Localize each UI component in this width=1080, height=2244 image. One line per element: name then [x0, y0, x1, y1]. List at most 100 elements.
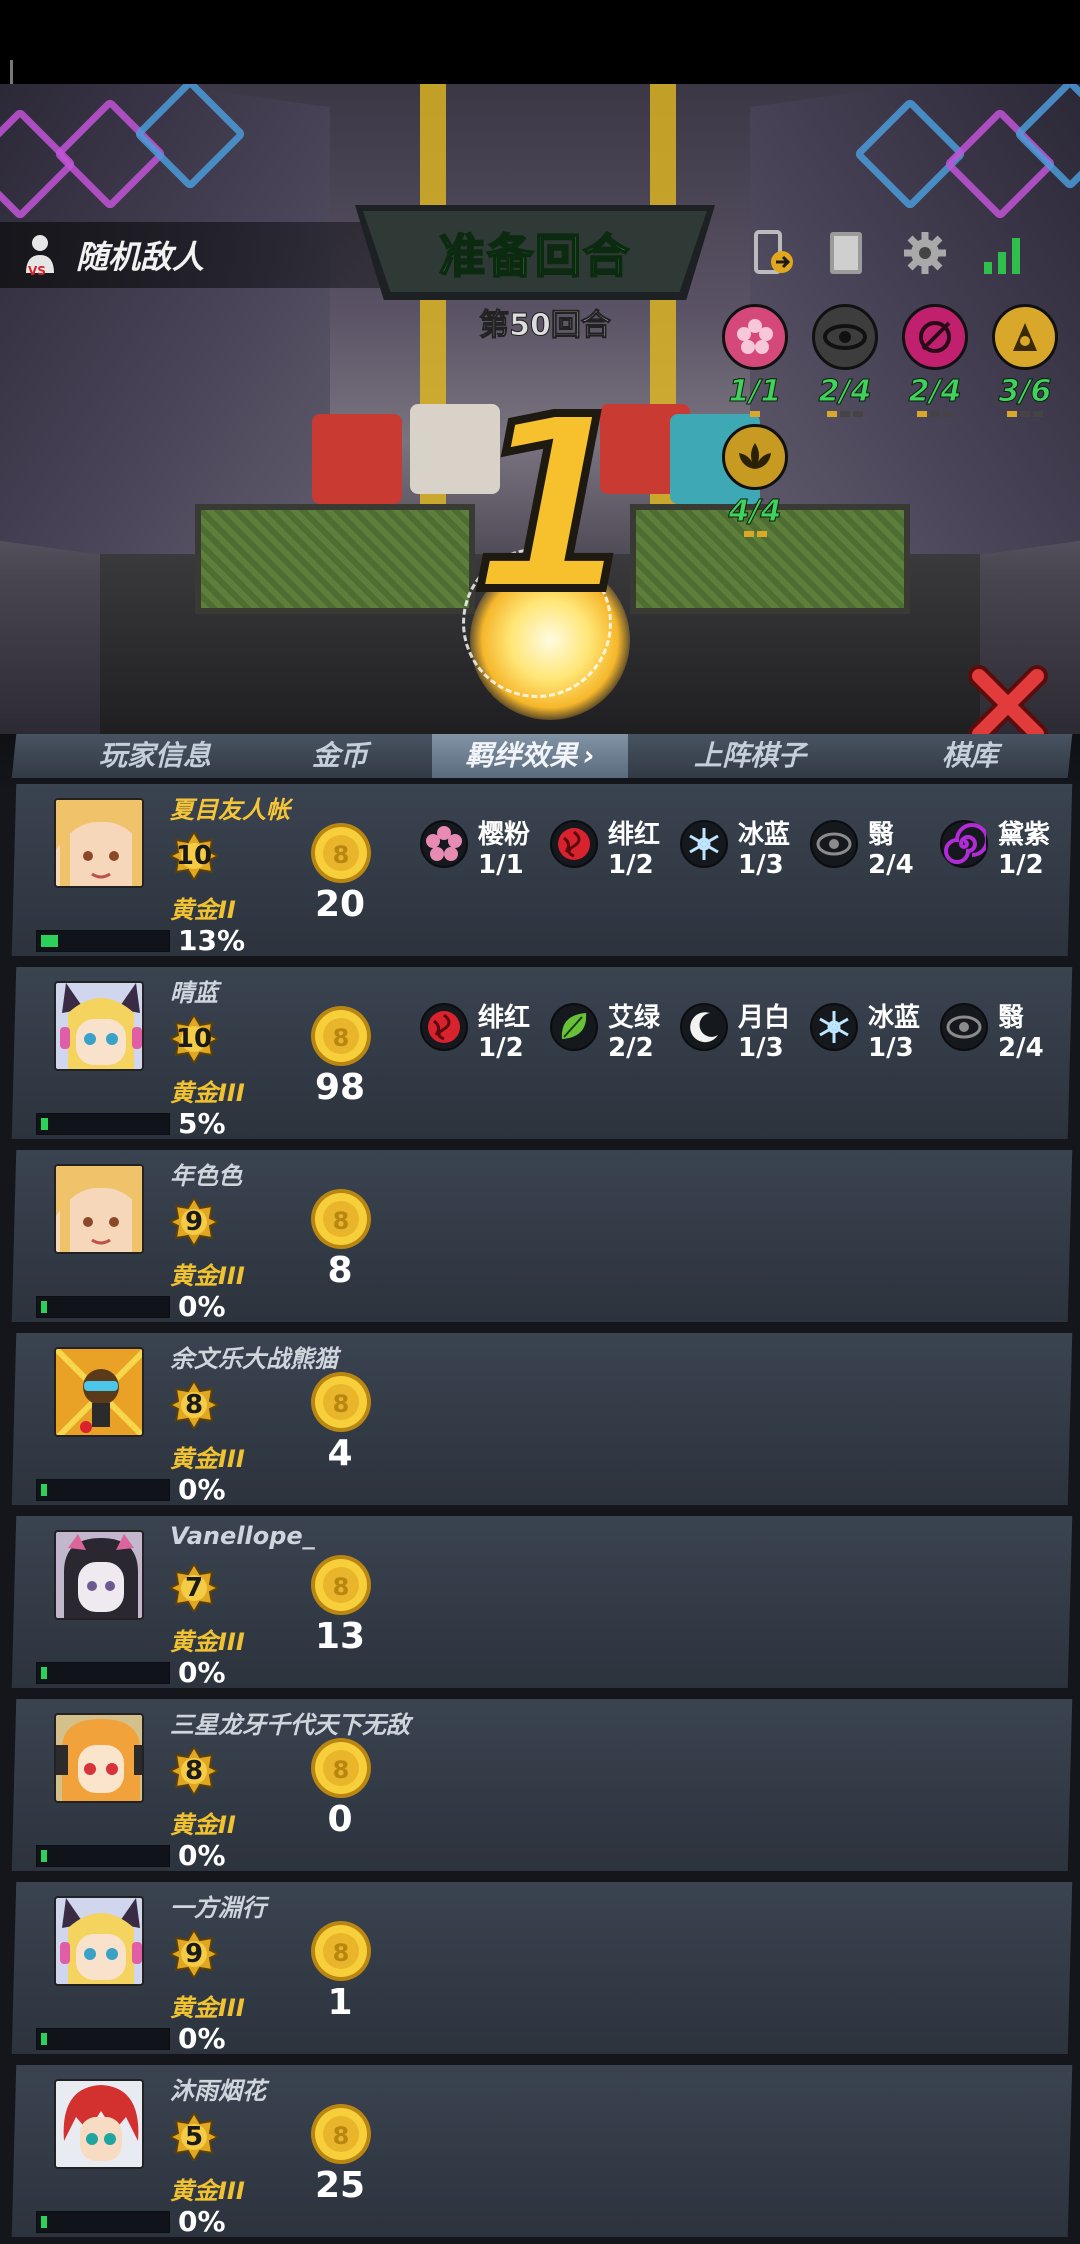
snowflake-icon [810, 1003, 858, 1051]
player-gold: 8 [327, 1250, 353, 1291]
xp-percent: 13% [178, 924, 246, 957]
player-level: 9 [184, 1939, 204, 1969]
spiral-icon [940, 820, 989, 868]
player-avatar[interactable] [54, 1347, 144, 1437]
player-synergy: 樱粉 1/1 [420, 814, 550, 894]
player-avatar[interactable] [54, 1896, 144, 1986]
svg-text:8: 8 [333, 1390, 350, 1418]
player-synergy: 绯红 1/2 [420, 997, 550, 1077]
player-rank: 黄金II [170, 896, 236, 924]
round-label: 第50回合 [479, 308, 612, 344]
player-avatar[interactable] [54, 798, 144, 888]
player-level: 10 [175, 841, 213, 871]
xp-percent: 0% [178, 2022, 226, 2055]
book-icon[interactable] [822, 228, 872, 278]
chevron-right-icon: › [583, 739, 595, 772]
synergy-name: 黛紫 [998, 820, 1051, 850]
player-gold: 13 [314, 1616, 366, 1657]
synergy-badge-hood[interactable]: 3/6 [990, 304, 1060, 417]
xp-progress-bar [36, 930, 170, 952]
player-avatar[interactable] [54, 981, 144, 1071]
player-rank: 黄金II [170, 1811, 236, 1839]
player-rank: 黄金III [170, 2177, 245, 2205]
phone-signal-icon[interactable] [750, 228, 800, 278]
player-info-panel: 玩家信息 金币 羁绊效果 › 上阵棋子 棋库 夏目友人帐 10 黄金II 13% … [0, 734, 1080, 2244]
level-star-icon: 10 [170, 832, 218, 880]
player-synergy: 月白 1/3 [680, 997, 810, 1077]
gold-coin-icon: 8 [310, 1554, 372, 1616]
tab-piece-library[interactable]: 棋库 [880, 734, 1060, 778]
eye-icon [812, 304, 878, 370]
synergy-name: 月白 [738, 1003, 791, 1033]
player-synergy-list [420, 1180, 1070, 1260]
player-level: 9 [184, 1207, 204, 1237]
level-star-icon: 5 [170, 2113, 218, 2161]
player-avatar[interactable] [54, 2079, 144, 2169]
player-row[interactable]: 余文乐大战熊猫 8 黄金III 0% 8 4 [11, 1333, 1073, 1506]
synergy-badge-lotus[interactable]: 4/4 [720, 424, 790, 537]
hood-icon [992, 304, 1058, 370]
synergy-badge-sakura[interactable]: 1/1 [720, 304, 790, 417]
player-row[interactable]: 一方淵行 9 黄金III 0% 8 1 [11, 1882, 1073, 2055]
player-name: Vanellope_ [170, 1522, 315, 1550]
player-synergy: 冰蓝 1/3 [680, 814, 810, 894]
player-name: 余文乐大战熊猫 [170, 1345, 338, 1373]
xp-percent: 0% [178, 2205, 226, 2238]
synergy-count: 2/2 [608, 1033, 654, 1063]
player-name: 沐雨烟花 [170, 2077, 266, 2105]
synergy-name: 冰蓝 [738, 820, 791, 850]
tab-synergy[interactable]: 羁绊效果 › [432, 734, 628, 778]
player-avatar[interactable] [54, 1713, 144, 1803]
player-avatar[interactable] [54, 1530, 144, 1620]
player-row[interactable]: 年色色 9 黄金III 0% 8 8 [11, 1150, 1073, 1323]
rose-icon [550, 820, 598, 868]
player-gold: 25 [314, 2165, 366, 2206]
player-row[interactable]: 夏目友人帐 10 黄金II 13% 8 20 樱粉 1/1 绯红 1/2 冰蓝 … [11, 784, 1073, 957]
moon-icon [680, 1003, 728, 1051]
xp-progress-bar [36, 2028, 170, 2050]
synergy-badge-eye[interactable]: 2/4 [810, 304, 880, 417]
countdown-number: 1 [466, 365, 641, 645]
gear-icon[interactable] [900, 228, 950, 278]
synergy-count: 1/2 [998, 850, 1044, 880]
player-rank: 黄金III [170, 1628, 245, 1656]
player-name: 一方淵行 [170, 1894, 266, 1922]
svg-text:8: 8 [333, 1207, 350, 1235]
player-row[interactable]: Vanellope_ 7 黄金III 0% 8 13 [11, 1516, 1073, 1689]
synergy-count: 1/3 [738, 850, 784, 880]
synergy-name: 翳 [868, 820, 895, 850]
player-row[interactable]: 沐雨烟花 5 黄金III 0% 8 25 [11, 2065, 1073, 2238]
player-synergy: 翳 2/4 [810, 814, 940, 894]
xp-progress-bar [36, 1662, 170, 1684]
gold-coin-icon: 8 [310, 1005, 372, 1067]
svg-text:8: 8 [333, 1573, 350, 1601]
tab-deployed-pieces[interactable]: 上阵棋子 [650, 734, 850, 778]
tab-player-info[interactable]: 玩家信息 [60, 734, 250, 778]
xp-progress-bar [36, 1113, 170, 1135]
enemy-label: 随机敌人 [76, 238, 205, 276]
gold-coin-icon: 8 [310, 1188, 372, 1250]
status-bar [0, 0, 1080, 150]
player-row[interactable]: 晴蓝 10 黄金III 5% 8 98 绯红 1/2 艾绿 2/2 月白 1/3… [11, 967, 1073, 1140]
phase-banner: 准备回合 [355, 205, 715, 300]
player-gold: 4 [327, 1433, 353, 1474]
svg-text:8: 8 [333, 841, 350, 869]
svg-text:8: 8 [333, 1939, 350, 1967]
player-gold: 20 [314, 884, 366, 925]
lotus-icon [722, 424, 788, 490]
xp-progress-bar [36, 1296, 170, 1318]
player-synergy-list [420, 2095, 1070, 2175]
player-synergy: 黛紫 1/2 [940, 814, 1070, 894]
synergy-badge-slash[interactable]: 2/4 [900, 304, 970, 417]
player-row[interactable]: 三星龙牙千代天下无敌 8 黄金II 0% 8 0 [11, 1699, 1073, 1872]
level-star-icon: 8 [170, 1747, 218, 1795]
player-level: 5 [184, 2122, 204, 2152]
player-synergy: 艾绿 2/2 [550, 997, 680, 1077]
svg-text:8: 8 [333, 1024, 350, 1052]
eye-icon [940, 1003, 988, 1051]
random-enemy-bar[interactable]: VS 随机敌人 [0, 222, 380, 288]
player-synergy-list [420, 1912, 1070, 1992]
player-avatar[interactable] [54, 1164, 144, 1254]
tab-gold[interactable]: 金币 [270, 734, 410, 778]
snowflake-icon [680, 820, 728, 868]
